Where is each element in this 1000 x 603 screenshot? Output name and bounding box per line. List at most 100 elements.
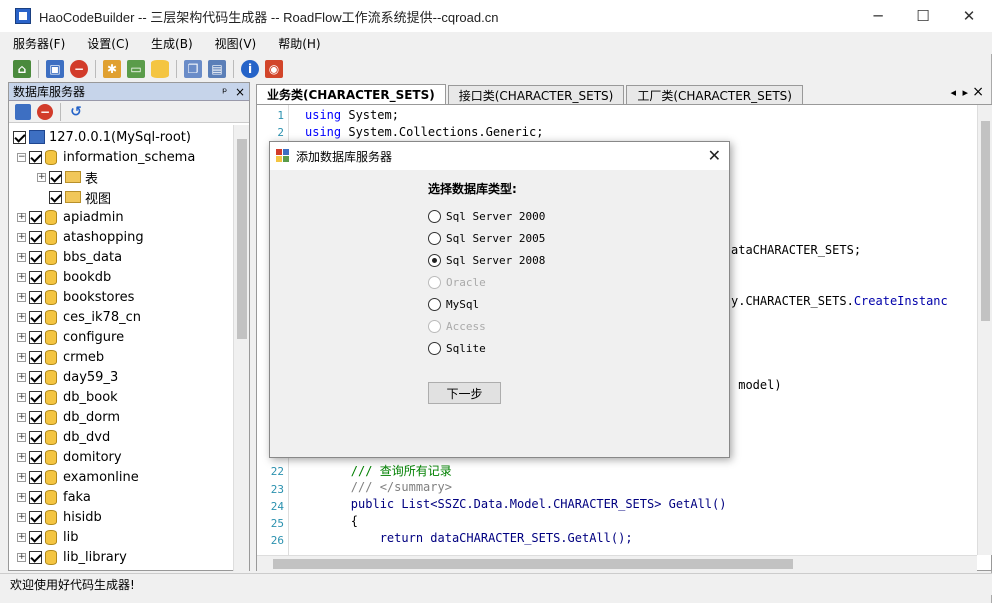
checkbox[interactable] [29, 330, 42, 344]
collapse-icon[interactable]: − [17, 152, 26, 162]
expand-icon[interactable]: + [17, 212, 26, 222]
checkbox[interactable] [29, 390, 42, 404]
checkbox[interactable] [29, 410, 42, 424]
checkbox[interactable] [29, 350, 42, 364]
stop-icon[interactable]: − [70, 60, 88, 78]
db-type-option[interactable]: Sql Server 2005 [428, 229, 545, 247]
tree-node-database[interactable]: + db_book [17, 387, 118, 407]
panel-close-icon[interactable]: × [235, 85, 245, 99]
server-connect-icon[interactable]: ▣ [46, 60, 64, 78]
radio-button[interactable] [428, 253, 441, 267]
checkbox[interactable] [29, 370, 42, 384]
expand-icon[interactable]: + [17, 332, 26, 342]
checkbox[interactable] [29, 150, 42, 164]
radio-button[interactable] [428, 209, 441, 223]
editor-vertical-scrollbar[interactable] [977, 105, 992, 555]
db-type-option[interactable]: Sql Server 2000 [428, 207, 545, 225]
tree-node-database[interactable]: + db_dorm [17, 407, 120, 427]
tree-node-database[interactable]: + configure [17, 327, 124, 347]
tree-node-database[interactable]: + apiadmin [17, 207, 124, 227]
tree-node-database[interactable]: + lib [17, 527, 78, 547]
tree-node-database[interactable]: + lib_library [17, 547, 127, 567]
next-button[interactable]: 下一步 [428, 382, 501, 404]
expand-icon[interactable]: + [17, 412, 26, 422]
tree-node-database[interactable]: + db_dvd [17, 427, 110, 447]
checkbox[interactable] [29, 210, 42, 224]
exit-icon[interactable]: ◉ [265, 60, 283, 78]
tree-node-database[interactable]: + bookdb [17, 267, 111, 287]
database-icon[interactable] [151, 60, 169, 78]
menu-build[interactable]: 生成(B) [142, 35, 202, 52]
info-icon[interactable]: i [241, 60, 259, 78]
tree-node-schema[interactable]: − information_schema [17, 147, 195, 167]
menu-view[interactable]: 视图(V) [206, 35, 266, 52]
tree-node-database[interactable]: + day59_3 [17, 367, 118, 387]
home-icon[interactable]: ⌂ [13, 60, 31, 78]
checkbox[interactable] [29, 430, 42, 444]
checkbox[interactable] [49, 190, 62, 204]
tab-business[interactable]: 业务类(CHARACTER_SETS) [256, 84, 446, 104]
tree-node-database[interactable]: + domitory [17, 447, 122, 467]
expand-icon[interactable]: + [17, 352, 26, 362]
maximize-button[interactable]: ☐ [900, 0, 946, 32]
tree-node-views[interactable]: 视图 [49, 187, 111, 207]
expand-icon[interactable]: + [17, 452, 26, 462]
scrollbar-thumb[interactable] [981, 121, 990, 321]
checkbox[interactable] [29, 550, 42, 564]
checkbox[interactable] [29, 490, 42, 504]
expand-icon[interactable]: + [17, 232, 26, 242]
expand-icon[interactable]: + [17, 472, 26, 482]
checkbox[interactable] [29, 310, 42, 324]
checkbox[interactable] [29, 450, 42, 464]
radio-button[interactable] [428, 231, 441, 245]
expand-icon[interactable]: + [17, 492, 26, 502]
tree-node-database[interactable]: + atashopping [17, 227, 144, 247]
add-server-icon[interactable] [15, 103, 31, 120]
checkbox[interactable] [49, 170, 62, 184]
menu-server[interactable]: 服务器(F) [4, 35, 74, 52]
checkbox[interactable] [13, 130, 26, 144]
radio-button[interactable] [428, 297, 441, 311]
editor-horizontal-scrollbar[interactable] [257, 555, 977, 571]
dialog-close-icon[interactable]: ✕ [708, 146, 721, 165]
expand-icon[interactable]: + [17, 292, 26, 302]
checkbox[interactable] [29, 510, 42, 524]
tab-scroll-right-icon[interactable]: ▸ [962, 86, 968, 99]
tree-node-database[interactable]: + bookstores [17, 287, 134, 307]
tree-node-tables[interactable]: + 表 [37, 167, 98, 187]
db-type-option[interactable]: Sqlite [428, 339, 486, 357]
tree-root-node[interactable]: 127.0.0.1(MySql-root) [13, 127, 191, 147]
scrollbar-thumb[interactable] [237, 139, 247, 339]
tab-interface[interactable]: 接口类(CHARACTER_SETS) [447, 85, 625, 104]
db-type-option[interactable]: Sql Server 2008 [428, 251, 545, 269]
image-icon[interactable]: ▭ [127, 60, 145, 78]
copy-icon[interactable]: ❐ [184, 60, 202, 78]
checkbox[interactable] [29, 230, 42, 244]
checkbox[interactable] [29, 270, 42, 284]
tree-node-database[interactable]: + ces_ik78_cn [17, 307, 141, 327]
tools-icon[interactable]: ✱ [103, 60, 121, 78]
tree-node-database[interactable]: + bbs_data [17, 247, 122, 267]
expand-icon[interactable]: + [17, 552, 26, 562]
window-icon[interactable]: ▤ [208, 60, 226, 78]
tree-node-database[interactable]: + crmeb [17, 347, 104, 367]
pin-icon[interactable]: ᵖ [222, 85, 227, 99]
radio-button[interactable] [428, 341, 441, 355]
expand-icon[interactable]: + [17, 432, 26, 442]
remove-server-icon[interactable]: − [37, 103, 53, 120]
tab-factory[interactable]: 工厂类(CHARACTER_SETS) [626, 85, 803, 104]
expand-icon[interactable]: + [17, 252, 26, 262]
tree-node-database[interactable]: + faka [17, 487, 91, 507]
expand-icon[interactable]: + [37, 172, 46, 182]
scrollbar-thumb[interactable] [273, 559, 793, 569]
refresh-icon[interactable]: ↺ [68, 104, 84, 120]
tree-scrollbar[interactable] [233, 125, 249, 571]
checkbox[interactable] [29, 470, 42, 484]
expand-icon[interactable]: + [17, 512, 26, 522]
menu-help[interactable]: 帮助(H) [269, 35, 329, 52]
expand-icon[interactable]: + [17, 272, 26, 282]
checkbox[interactable] [29, 290, 42, 304]
expand-icon[interactable]: + [17, 372, 26, 382]
close-button[interactable]: ✕ [946, 0, 992, 32]
tab-scroll-left-icon[interactable]: ◂ [950, 86, 956, 99]
